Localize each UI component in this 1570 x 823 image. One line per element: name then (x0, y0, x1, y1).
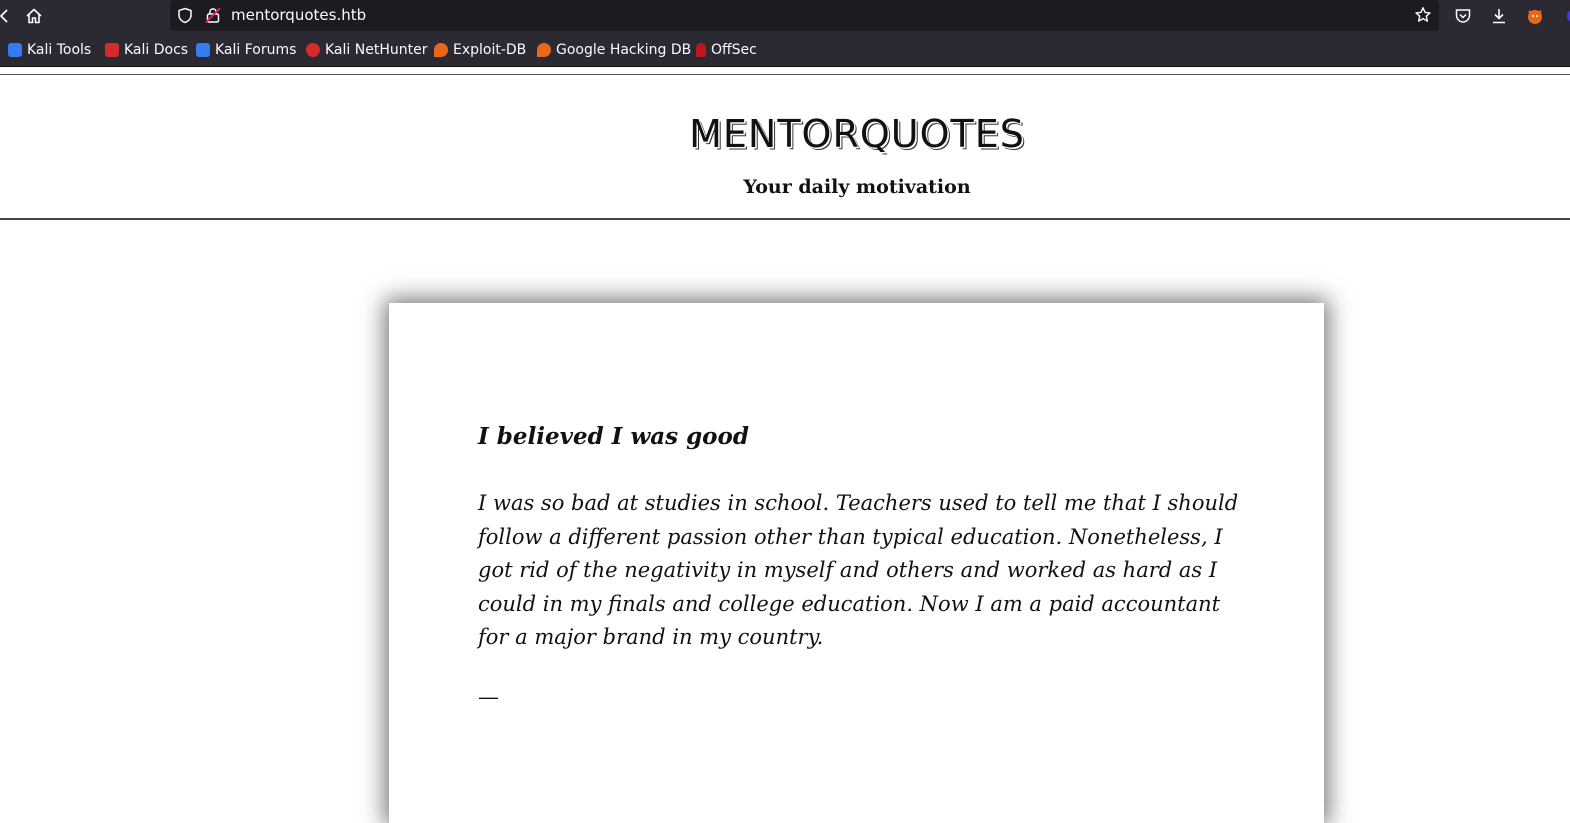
site-title: MENTORQUOTES (689, 112, 1025, 156)
pocket-icon[interactable] (1452, 5, 1474, 27)
browser-toolbar: mentorquotes.htb (0, 0, 1570, 32)
bookmark-label: Google Hacking DB (556, 42, 692, 58)
kali-forums-icon (196, 43, 210, 57)
exploit-db-icon (434, 43, 448, 57)
address-bar[interactable]: mentorquotes.htb (170, 0, 1439, 31)
site-subtitle: Your daily motivation (743, 176, 971, 198)
home-button[interactable] (22, 4, 46, 28)
quote-title: I believed I was good (478, 423, 749, 450)
bookmark-label: Kali Forums (215, 42, 297, 58)
bookmarks-toolbar: Kali Tools Kali Docs Kali Forums Kali Ne… (0, 32, 1570, 67)
bookmark-kali-nethunter[interactable]: Kali NetHunter (306, 41, 427, 59)
back-arrow-icon (0, 9, 8, 23)
extension-icon[interactable] (1558, 5, 1570, 27)
bookmark-label: Kali Tools (27, 42, 92, 58)
header-divider (0, 218, 1570, 220)
kali-docs-icon (105, 43, 119, 57)
kali-tools-icon (8, 43, 22, 57)
bookmark-kali-docs[interactable]: Kali Docs (105, 41, 188, 59)
quote-card: I believed I was good I was so bad at st… (389, 303, 1324, 823)
downloads-icon[interactable] (1488, 5, 1510, 27)
bookmark-label: Kali NetHunter (325, 42, 428, 58)
tracking-protection-shield-icon[interactable] (176, 6, 194, 24)
extension-fox-icon[interactable] (1524, 5, 1546, 27)
bookmark-kali-tools[interactable]: Kali Tools (8, 41, 91, 59)
page-top-rule (0, 74, 1570, 75)
bookmark-label: OffSec (711, 42, 757, 58)
home-icon (26, 8, 42, 24)
offsec-icon (696, 43, 706, 57)
bookmark-label: Exploit-DB (453, 42, 527, 58)
insecure-lock-icon[interactable] (204, 6, 222, 24)
bookmark-offsec[interactable]: OffSec (696, 41, 757, 59)
kali-nethunter-icon (306, 43, 320, 57)
back-button[interactable] (0, 4, 16, 28)
bookmark-google-hacking-db[interactable]: Google Hacking DB (537, 41, 691, 59)
quote-author: — (478, 685, 499, 709)
bookmark-star-icon[interactable] (1414, 6, 1432, 24)
google-hacking-db-icon (537, 43, 551, 57)
bookmark-kali-forums[interactable]: Kali Forums (196, 41, 296, 59)
bookmark-label: Kali Docs (124, 42, 189, 58)
bookmark-exploit-db[interactable]: Exploit-DB (434, 41, 526, 59)
url-text[interactable]: mentorquotes.htb (231, 6, 366, 24)
quote-body: I was so bad at studies in school. Teach… (478, 491, 1239, 649)
